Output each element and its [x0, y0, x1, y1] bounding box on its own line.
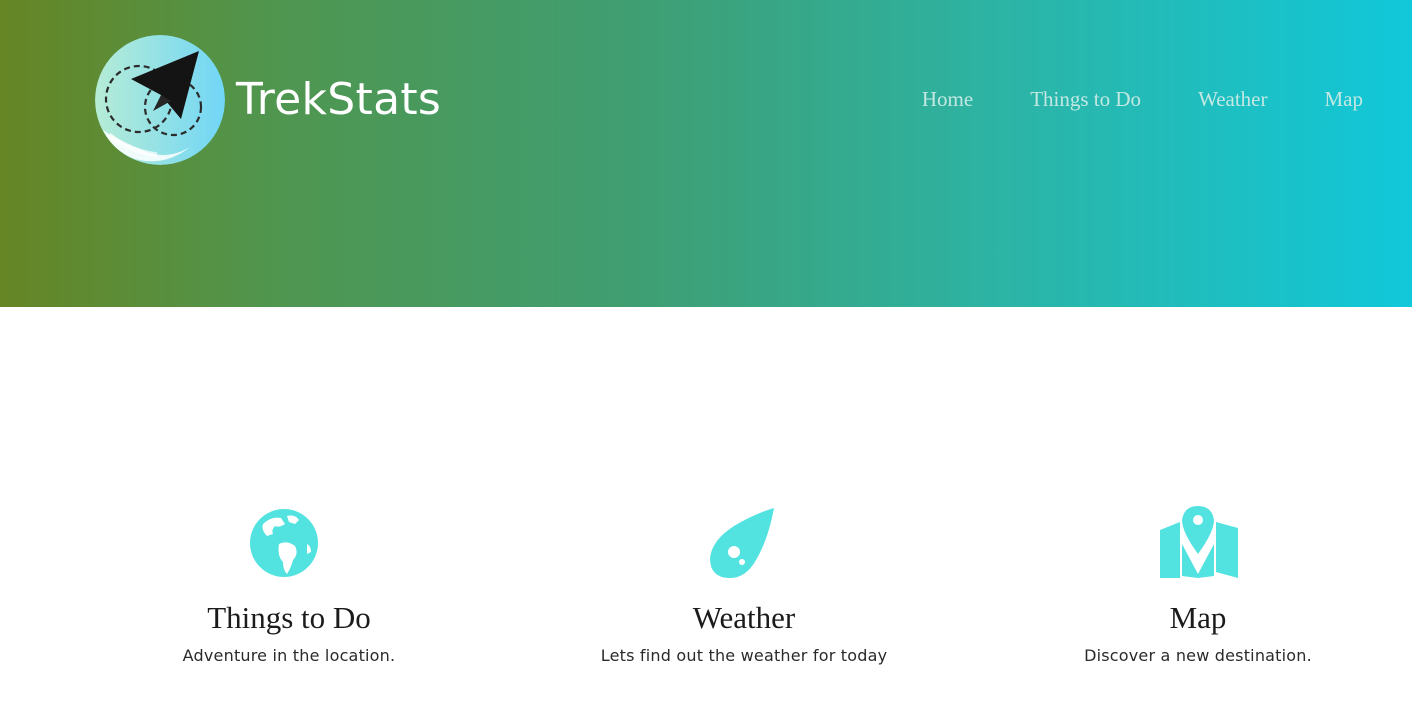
- nav-weather-link[interactable]: Weather: [1198, 86, 1267, 112]
- feature-title: Weather: [692, 600, 796, 635]
- paper-plane-logo-icon: [95, 35, 225, 165]
- feature-title: Map: [1169, 600, 1227, 635]
- feature-map: Map Discover a new destination.: [988, 500, 1408, 667]
- feature-description: Adventure in the location.: [182, 646, 396, 665]
- nav-map-link[interactable]: Map: [1325, 86, 1364, 112]
- map-marker-icon: [1160, 506, 1238, 578]
- feature-description: Discover a new destination.: [1084, 646, 1312, 665]
- logo[interactable]: [95, 35, 225, 165]
- feature-weather: Weather Lets find out the weather for to…: [534, 500, 954, 667]
- nav-home-link[interactable]: Home: [922, 86, 973, 112]
- hero-header: TrekStats Home Things to Do Weather Map: [0, 0, 1412, 307]
- meteor-icon: [710, 508, 774, 578]
- feature-things-to-do: Things to Do Adventure in the location.: [79, 500, 499, 667]
- brand-name[interactable]: TrekStats: [236, 74, 441, 126]
- globe-icon: [250, 509, 318, 577]
- feature-title: Things to Do: [207, 600, 371, 635]
- feature-description: Lets find out the weather for today: [600, 646, 888, 665]
- nav-things-to-do-link[interactable]: Things to Do: [1030, 86, 1141, 112]
- main-nav: Home Things to Do Weather Map: [922, 86, 1363, 112]
